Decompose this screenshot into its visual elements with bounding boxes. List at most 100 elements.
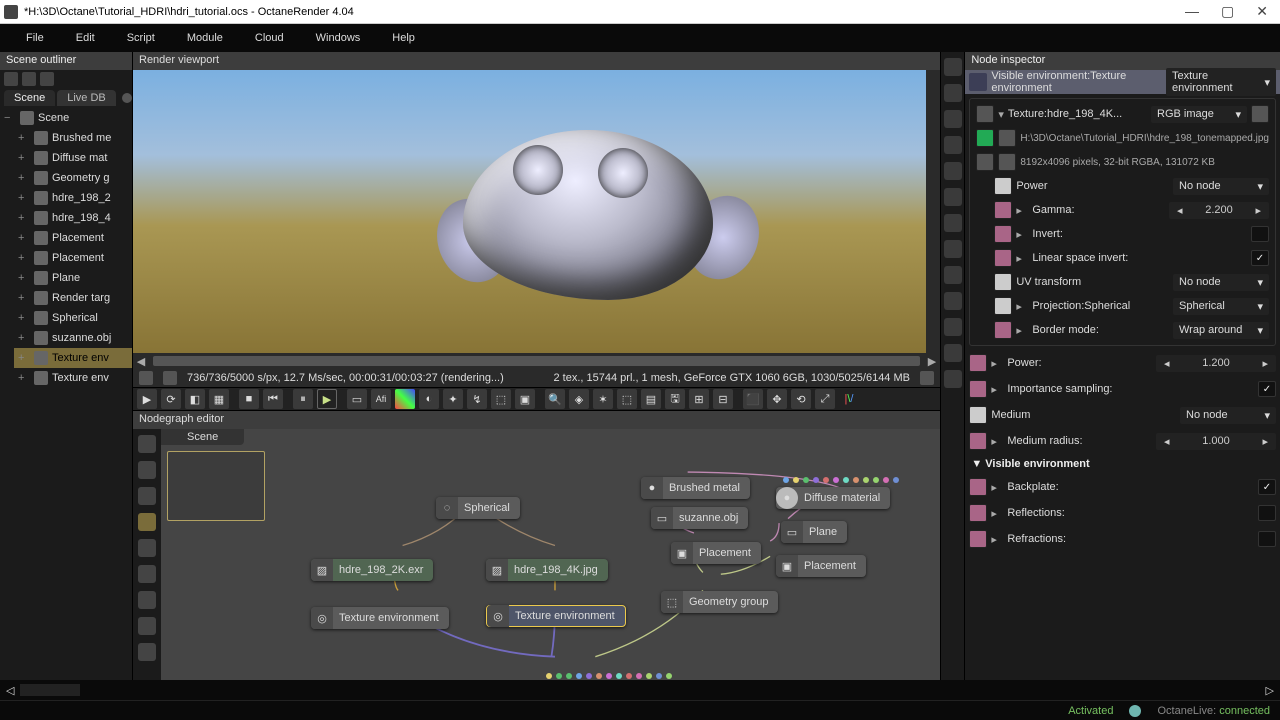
viewport-tool-icon[interactable]: ⊞	[689, 389, 709, 409]
insp-tool-icon[interactable]	[944, 292, 962, 310]
insp-tool-icon[interactable]	[944, 84, 962, 102]
node-jpg[interactable]: ▨hdre_198_4K.jpg	[486, 559, 608, 581]
refractions-checkbox[interactable]	[1258, 531, 1276, 547]
node-texenv-selected[interactable]: ◎Texture environment	[486, 605, 626, 627]
axis-icon[interactable]: |\/	[839, 389, 859, 409]
viewport-tool-icon[interactable]: ✦	[443, 389, 463, 409]
ng-tool-icon[interactable]	[138, 591, 156, 609]
tree-item[interactable]: +Texture env	[14, 368, 132, 388]
image-type-dropdown[interactable]: RGB image▾	[1151, 106, 1247, 123]
wrench-icon[interactable]	[998, 153, 1016, 171]
viewport-tool-icon[interactable]: ▭	[347, 389, 367, 409]
tree-item[interactable]: +suzanne.obj	[14, 328, 132, 348]
menu-help[interactable]: Help	[376, 26, 431, 50]
gamma-field[interactable]: ◂2.200▸	[1169, 202, 1269, 219]
projection-dropdown[interactable]: Spherical▾	[1173, 298, 1269, 315]
section-visible-env[interactable]: ▼ Visible environment	[965, 454, 1280, 474]
ng-tool-icon[interactable]	[138, 487, 156, 505]
cube-icon[interactable]: ⬛	[743, 389, 763, 409]
node-placement[interactable]: ▣Placement	[776, 555, 866, 577]
menu-module[interactable]: Module	[171, 26, 239, 50]
insp-tool-icon[interactable]	[944, 188, 962, 206]
nodegraph-minimap[interactable]	[167, 451, 265, 521]
viewport-tool-icon[interactable]: ▦	[209, 389, 229, 409]
pause-icon[interactable]: ⏸	[293, 389, 313, 409]
viewport-tool-icon[interactable]	[395, 389, 415, 409]
node-placement[interactable]: ▣Placement	[671, 542, 761, 564]
menu-edit[interactable]: Edit	[60, 26, 111, 50]
tree-root[interactable]: −Scene	[0, 108, 132, 128]
tab-livedb[interactable]: Live DB	[57, 90, 116, 106]
tree-item[interactable]: +Render targ	[14, 288, 132, 308]
viewport-tool-icon[interactable]: ⟳	[161, 389, 181, 409]
ng-tool-icon[interactable]	[138, 461, 156, 479]
power-field[interactable]: ◂1.200▸	[1156, 355, 1276, 372]
tree-item[interactable]: +hdre_198_2	[14, 188, 132, 208]
minimize-icon[interactable]: —	[1185, 3, 1199, 20]
tree-item[interactable]: +Brushed me	[14, 128, 132, 148]
reload-icon[interactable]	[998, 129, 1016, 147]
outliner-tool-icon[interactable]	[40, 72, 54, 86]
menu-cloud[interactable]: Cloud	[239, 26, 300, 50]
outliner-tool-icon[interactable]	[4, 72, 18, 86]
border-dropdown[interactable]: Wrap around▾	[1173, 322, 1269, 339]
tree-item[interactable]: +Diffuse mat	[14, 148, 132, 168]
menu-windows[interactable]: Windows	[300, 26, 377, 50]
node-exr[interactable]: ▨hdre_198_2K.exr	[311, 559, 433, 581]
viewport-tool-icon[interactable]: ◐	[419, 389, 439, 409]
node-suzanne[interactable]: ▭suzanne.obj	[651, 507, 748, 529]
viewport-tool-icon[interactable]: ◧	[185, 389, 205, 409]
zoom-icon[interactable]: 🔍	[545, 389, 565, 409]
tree-item[interactable]: +Plane	[14, 268, 132, 288]
viewport-tool-icon[interactable]: ↯	[467, 389, 487, 409]
tree-item-selected[interactable]: +Texture env	[14, 348, 132, 368]
viewport-tool-icon[interactable]: ⬚	[491, 389, 511, 409]
tree-item[interactable]: +Geometry g	[14, 168, 132, 188]
tree-item[interactable]: +hdre_198_4	[14, 208, 132, 228]
viewport-tool-icon[interactable]: ▶	[137, 389, 157, 409]
file-icon[interactable]	[976, 129, 994, 147]
insp-tool-icon[interactable]	[944, 370, 962, 388]
env-type-dropdown[interactable]: Texture environment▾	[1166, 68, 1276, 96]
render-viewport[interactable]	[133, 70, 940, 353]
viewport-tool-icon[interactable]: 🖫	[665, 389, 685, 409]
menu-file[interactable]: File	[10, 26, 60, 50]
prev-icon[interactable]: ⏮	[263, 389, 283, 409]
ng-tool-icon[interactable]	[138, 565, 156, 583]
ng-tool-icon[interactable]	[138, 617, 156, 635]
insp-tool-icon[interactable]	[944, 266, 962, 284]
node-geometry[interactable]: ⬚Geometry group	[661, 591, 778, 613]
linear-checkbox[interactable]: ✓	[1251, 250, 1269, 266]
stop-icon[interactable]: ■	[239, 389, 259, 409]
insp-tool-icon[interactable]	[944, 344, 962, 362]
insp-tool-icon[interactable]	[944, 318, 962, 336]
ng-tool-icon[interactable]	[138, 513, 156, 531]
insp-tool-icon[interactable]	[944, 110, 962, 128]
refresh-icon[interactable]	[1251, 105, 1269, 123]
viewport-tool-icon[interactable]: ✶	[593, 389, 613, 409]
insp-tool-icon[interactable]	[944, 162, 962, 180]
viewport-tool-icon[interactable]: ▤	[641, 389, 661, 409]
rotate-icon[interactable]: ⟲	[791, 389, 811, 409]
invert-checkbox[interactable]	[1251, 226, 1269, 242]
insp-tool-icon[interactable]	[944, 214, 962, 232]
outliner-tool-icon[interactable]	[22, 72, 36, 86]
node-brushed[interactable]: ●Brushed metal	[641, 477, 750, 499]
insp-tool-icon[interactable]	[944, 136, 962, 154]
bottom-scroll[interactable]: ◁▷	[0, 680, 1280, 700]
maximize-icon[interactable]: ▢	[1221, 3, 1234, 20]
insp-tool-icon[interactable]	[944, 240, 962, 258]
ng-tool-icon[interactable]	[138, 435, 156, 453]
reflections-checkbox[interactable]	[1258, 505, 1276, 521]
viewport-tool-icon[interactable]: ⬚	[617, 389, 637, 409]
node-plane[interactable]: ▭Plane	[781, 521, 847, 543]
ng-tool-icon[interactable]	[138, 643, 156, 661]
viewport-tool-icon[interactable]: ◈	[569, 389, 589, 409]
node-texenv[interactable]: ◎Texture environment	[311, 607, 449, 629]
nodegraph-scene-label[interactable]: Scene	[161, 429, 244, 445]
ng-tool-icon[interactable]	[138, 539, 156, 557]
move-icon[interactable]: ✥	[767, 389, 787, 409]
viewport-tool-icon[interactable]: Afi	[371, 389, 391, 409]
viewport-hscroll[interactable]: ◀▶	[133, 353, 940, 369]
tree-item[interactable]: +Spherical	[14, 308, 132, 328]
